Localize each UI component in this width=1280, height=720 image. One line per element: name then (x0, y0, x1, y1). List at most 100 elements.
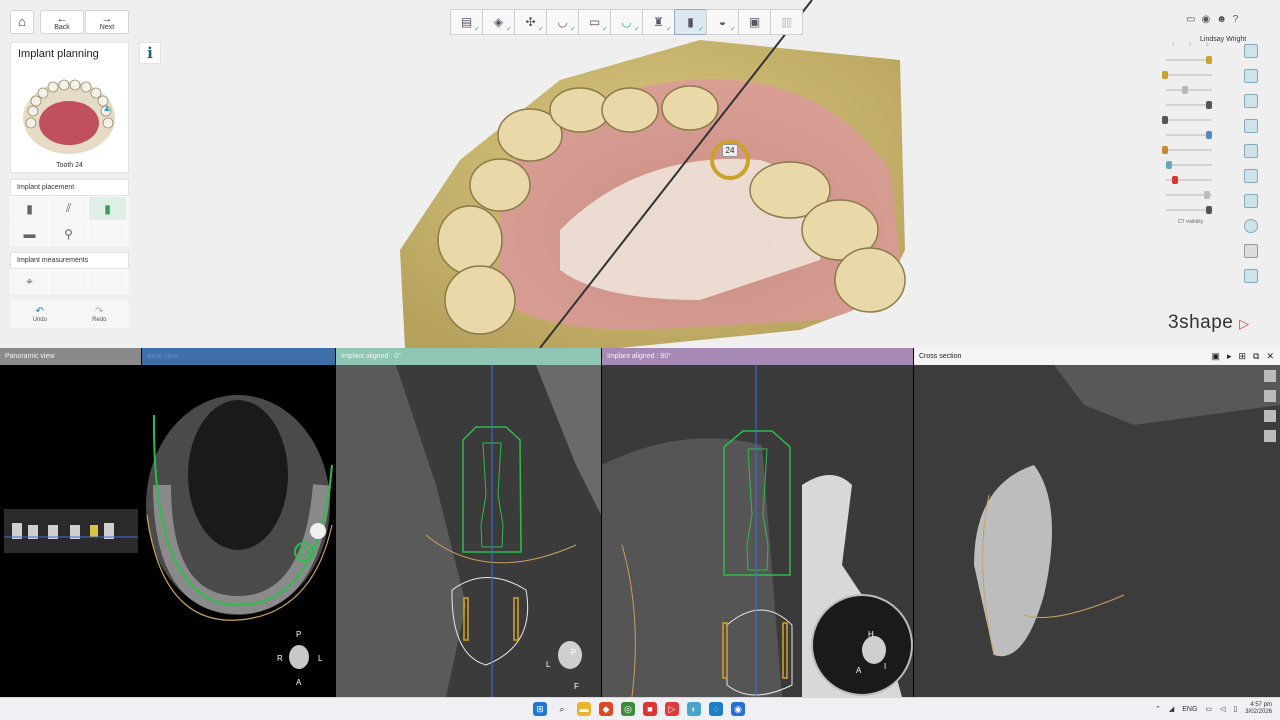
chevron-up-icon[interactable]: ⌃ (1155, 705, 1161, 713)
back-label: Back (54, 23, 70, 31)
implant-pair-button[interactable]: ⫽ (49, 196, 88, 221)
grid-layout-icon[interactable]: ⊞ (1238, 351, 1246, 362)
tool-implant[interactable]: ▮ ✓ (674, 9, 707, 35)
axial-view[interactable]: Axial view P R L A (142, 348, 335, 697)
monitor-icon[interactable]: ▭ (1205, 705, 1212, 713)
ct-visibility-slider[interactable] (1158, 202, 1222, 217)
tool-export[interactable]: ▥ (770, 9, 803, 35)
orientation-top: H (868, 630, 874, 639)
3shape-app-icon[interactable]: ▷ (665, 702, 679, 716)
tool-nerve[interactable]: ✣ ✓ (514, 9, 547, 35)
view-top-icon[interactable] (1244, 44, 1258, 58)
implant-0-view-header: Implant aligned : 0° (336, 348, 601, 365)
volume-icon[interactable]: ◁ (1220, 705, 1225, 713)
mini-view-icon[interactable] (1264, 390, 1276, 402)
cross-section-view[interactable]: Cross section ▣ ▸ ⊞ ⧉ ✕ (914, 348, 1280, 697)
help-icon[interactable]: ? (1233, 14, 1239, 25)
chrome-icon[interactable]: ◎ (621, 702, 635, 716)
tool-model[interactable]: ◡ ✓ (546, 9, 579, 35)
home-button[interactable]: ⌂ (10, 10, 34, 34)
scanner-app-icon[interactable]: ◐ (687, 702, 701, 716)
visibility-slider[interactable] (1158, 112, 1222, 127)
network-icon[interactable]: ◢ (1169, 705, 1174, 713)
implant-model-button[interactable]: ▮ (10, 196, 49, 221)
search-icon[interactable]: ⌕ (555, 702, 569, 716)
snapshot-icon[interactable]: ▣ (1211, 351, 1220, 362)
clock-time: 4:57 pm (1250, 702, 1272, 708)
view-left-icon[interactable] (1244, 94, 1258, 108)
monitor-icon[interactable]: ▭ (1186, 14, 1195, 25)
brand-triangle-icon: ▷ (1239, 316, 1250, 331)
next-button[interactable]: → Next (85, 10, 129, 34)
visibility-slider[interactable] (1158, 187, 1222, 202)
tool-scan[interactable]: ◈ ✓ (482, 9, 515, 35)
visibility-slider[interactable] (1158, 97, 1222, 112)
info-button[interactable]: i (139, 42, 161, 64)
video-icon[interactable]: ■ (643, 702, 657, 716)
visibility-slider[interactable] (1158, 127, 1222, 142)
clock[interactable]: 4:57 pm 3/02/2026 (1245, 702, 1272, 716)
user-icon[interactable]: ☻ (1216, 14, 1227, 25)
implant-selected-button[interactable]: ▮ (88, 196, 127, 221)
folder-icon[interactable]: ▬ (577, 702, 591, 716)
view-back-icon[interactable] (1244, 144, 1258, 158)
abutment-button[interactable]: ▬ (10, 221, 49, 246)
view-right-icon[interactable] (1244, 119, 1258, 133)
visibility-slider[interactable] (1158, 172, 1222, 187)
redo-button[interactable]: ↷ Redo (70, 300, 130, 328)
implant-measurements-label: Implant measurements (10, 252, 129, 269)
scale-label-3: 3 (1205, 42, 1209, 48)
sleeve-button[interactable]: ⚲ (49, 221, 88, 246)
visibility-slider[interactable] (1158, 52, 1222, 67)
tool-align[interactable]: ▭ ✓ (578, 9, 611, 35)
top-right-icons: ▭ ◉ ☻ ? (1186, 14, 1238, 25)
check-icon: ✓ (698, 26, 704, 33)
view-bottom-icon[interactable] (1244, 169, 1258, 183)
visibility-slider[interactable] (1158, 157, 1222, 172)
arch-thumbnail[interactable] (11, 63, 128, 155)
undo-button[interactable]: ↶ Undo (10, 300, 70, 328)
reset-view-icon[interactable] (1244, 269, 1258, 283)
edge-icon[interactable]: ◌ (709, 702, 723, 716)
battery-icon[interactable]: ▯ (1233, 705, 1237, 713)
mini-view-icon[interactable] (1264, 410, 1276, 422)
start-icon[interactable]: ⊞ (533, 702, 547, 716)
camera-icon[interactable]: ◉ (1201, 14, 1210, 25)
empty-cell (88, 269, 127, 294)
dental-3d-model[interactable] (0, 0, 1280, 348)
tooth-icon: ♜ (653, 15, 664, 29)
view-front-icon[interactable] (1244, 69, 1258, 83)
orientation-top: P (296, 630, 302, 639)
visibility-slider[interactable] (1158, 67, 1222, 82)
3d-viewer[interactable]: 24 ⌂ ← Back → Next ▤ ✓ ◈ ✓ ✣ ✓ ◡ ✓ ▭ ✓ ◡ ✓ ♜ ✓ … (0, 0, 1280, 348)
implant-aligned-90-view[interactable]: Implant aligned : 90° H A I (602, 348, 913, 697)
panoramic-view[interactable]: Panoramic view (0, 348, 141, 697)
tool-arch[interactable]: ◡ ✓ (610, 9, 643, 35)
implant-placement-label: Implant placement (10, 179, 129, 196)
implant-aligned-0-view[interactable]: Implant aligned : 0° P L F (336, 348, 601, 697)
orientation-bottom: A (296, 678, 302, 687)
panoramic-view-header: Panoramic view (0, 348, 141, 365)
tool-sleeve[interactable]: ▣ (738, 9, 771, 35)
tool-guide[interactable]: ◒ ✓ (706, 9, 739, 35)
tool-clipboard[interactable]: ▤ ✓ (450, 9, 483, 35)
bulb-icon[interactable] (1244, 219, 1258, 233)
office-icon[interactable]: ◆ (599, 702, 613, 716)
orientation-left: L (546, 660, 551, 669)
close-icon[interactable]: ✕ (1266, 351, 1274, 362)
maximize-icon[interactable]: ⧉ (1253, 351, 1259, 362)
play-icon[interactable]: ▸ (1227, 351, 1232, 362)
camera-view-icon[interactable] (1244, 244, 1258, 258)
back-button[interactable]: ← Back (40, 10, 84, 34)
tooth-marker[interactable]: 24 (722, 144, 738, 157)
mini-view-icon[interactable] (1264, 370, 1276, 382)
mini-view-icon[interactable] (1264, 430, 1276, 442)
visibility-slider[interactable] (1158, 82, 1222, 97)
tool-tooth[interactable]: ♜ ✓ (642, 9, 675, 35)
measure-button[interactable]: ⌖ (10, 269, 49, 294)
visibility-slider[interactable] (1158, 142, 1222, 157)
language-indicator[interactable]: ENG (1182, 706, 1197, 713)
settings-icon[interactable]: ◉ (731, 702, 745, 716)
check-icon: ✓ (666, 26, 672, 33)
view-iso-icon[interactable] (1244, 194, 1258, 208)
